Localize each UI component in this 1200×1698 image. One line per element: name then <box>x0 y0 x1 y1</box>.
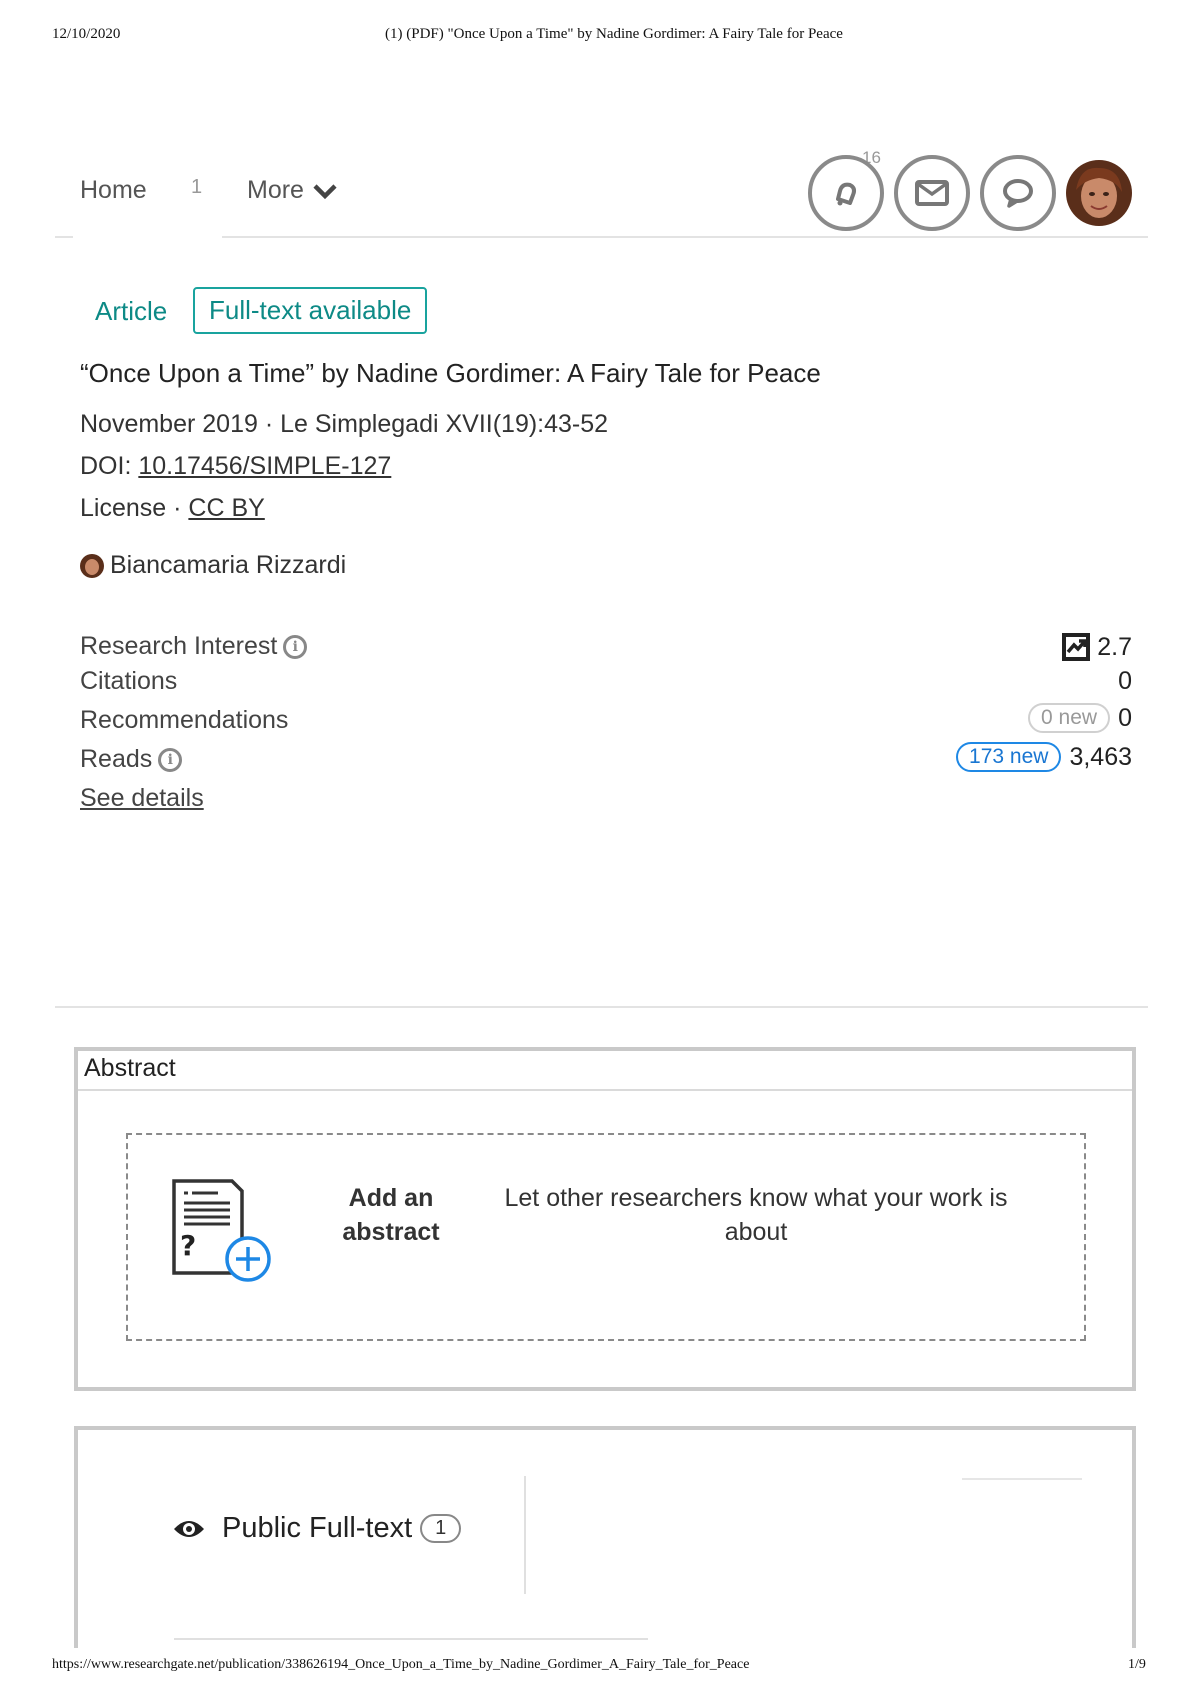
reads-value: 3,463 <box>1069 742 1132 771</box>
research-interest-value: 2.7 <box>1097 632 1132 661</box>
recommendations-label: Recommendations <box>80 706 289 734</box>
nav-more-menu[interactable]: More <box>247 176 338 205</box>
publication-title: “Once Upon a Time” by Nadine Gordimer: A… <box>80 358 821 388</box>
public-fulltext-label: Public Full-text <box>222 1512 413 1544</box>
bell-icon <box>836 182 856 206</box>
profile-avatar[interactable] <box>1066 160 1132 226</box>
section-divider <box>55 1006 1148 1008</box>
license-label: License · <box>80 494 189 522</box>
abstract-card: Abstract ? Add an abstract Let other res… <box>74 1047 1136 1391</box>
messages-button[interactable] <box>894 155 970 231</box>
add-abstract-area[interactable]: ? Add an abstract Let other researchers … <box>126 1133 1086 1341</box>
avatar-photo <box>1066 160 1132 226</box>
citations-value: 0 <box>1118 667 1132 695</box>
print-doc-title: (1) (PDF) "Once Upon a Time" by Nadine G… <box>385 26 843 42</box>
license-link[interactable]: CC BY <box>188 494 264 522</box>
doi-label: DOI: <box>80 452 139 480</box>
print-url: https://www.researchgate.net/publication… <box>52 1657 750 1672</box>
doi-link[interactable]: 10.17456/SIMPLE-127 <box>138 452 391 480</box>
author-name: Biancamaria Rizzardi <box>110 551 347 579</box>
abstract-heading: Abstract <box>84 1054 176 1082</box>
nav-divider <box>222 236 1148 238</box>
research-interest-label: Research Interest <box>80 632 278 660</box>
eye-icon <box>174 1520 204 1537</box>
fulltext-available-badge[interactable]: Full-text available <box>193 287 428 334</box>
recommendations-value: 0 <box>1118 703 1132 732</box>
svg-text:?: ? <box>180 1229 196 1262</box>
envelope-icon <box>915 180 949 206</box>
reads-row: Reads i <box>80 745 183 774</box>
tab-separator <box>524 1476 526 1594</box>
see-details-link[interactable]: See details <box>80 784 204 813</box>
nav-more-label: More <box>247 176 304 204</box>
add-document-icon: ? <box>172 1179 271 1282</box>
reads-new-badge: 173 new <box>956 742 1062 772</box>
print-date: 12/10/2020 <box>52 26 121 42</box>
preview-rule <box>174 1638 648 1640</box>
research-interest-icon <box>1062 633 1091 661</box>
license-row: License · CC BY <box>80 494 265 523</box>
notifications-button[interactable] <box>808 155 884 231</box>
recommendations-value-row: 0 new 0 <box>1028 703 1132 733</box>
nav-home-count: 1 <box>191 176 203 198</box>
chevron-down-icon <box>313 183 337 199</box>
print-page-number: 1/9 <box>1128 1657 1146 1672</box>
reads-label: Reads <box>80 745 153 773</box>
author-item[interactable]: Biancamaria Rizzardi <box>80 551 346 580</box>
publication-date-journal: November 2019 · Le Simplegadi XVII(19):4… <box>80 410 609 438</box>
info-icon[interactable]: i <box>283 634 308 659</box>
info-icon[interactable]: i <box>158 747 183 772</box>
chat-bubble-icon <box>1003 179 1033 208</box>
public-fulltext-tab[interactable]: Public Full-text 1 <box>172 1512 462 1545</box>
panel-rule <box>962 1478 1082 1480</box>
reads-value-row: 173 new 3,463 <box>956 742 1132 772</box>
public-fulltext-count: 1 <box>420 1514 462 1543</box>
research-interest-row: Research Interest i <box>80 632 308 661</box>
citations-label: Citations <box>80 667 178 695</box>
research-interest-value-row: 2.7 <box>1061 632 1132 662</box>
doi-row: DOI: 10.17456/SIMPLE-127 <box>80 452 391 481</box>
footer-bg <box>0 1648 1200 1698</box>
recommendations-new-badge: 0 new <box>1028 703 1111 733</box>
questions-button[interactable] <box>980 155 1056 231</box>
nav-home-link[interactable]: Home <box>80 176 147 205</box>
abstract-heading-divider <box>78 1089 1132 1091</box>
author-avatar <box>80 553 104 578</box>
nav-divider-left <box>55 236 73 238</box>
add-abstract-label: Add an abstract <box>342 1184 440 1246</box>
article-type-tag: Article <box>95 296 168 326</box>
add-abstract-hint: Let other researchers know what your wor… <box>504 1184 1008 1246</box>
